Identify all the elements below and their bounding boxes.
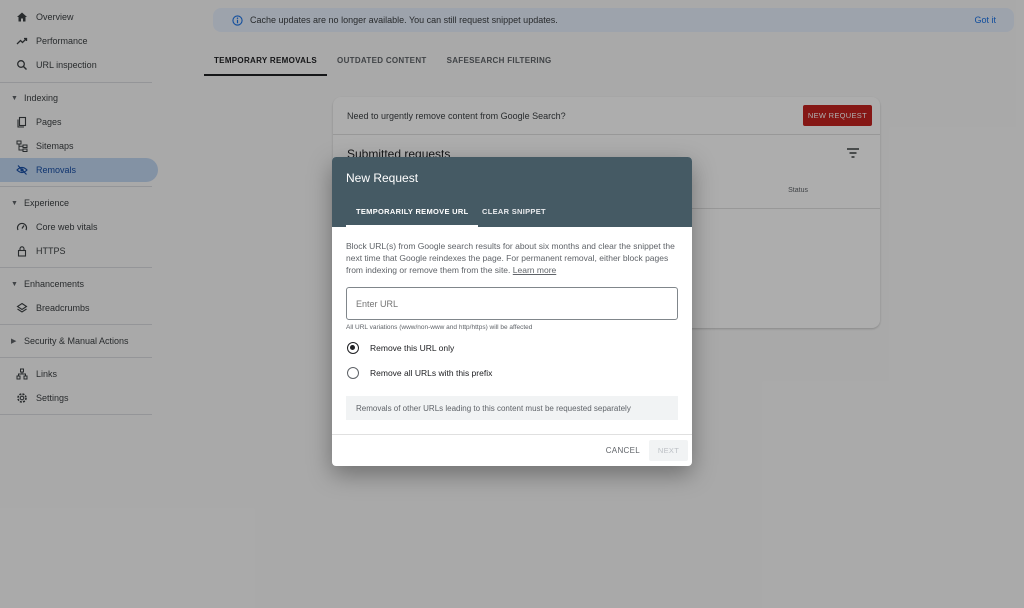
- description-text: Block URL(s) from Google search results …: [346, 241, 675, 275]
- url-input[interactable]: [346, 287, 678, 320]
- cancel-button[interactable]: CANCEL: [606, 446, 640, 455]
- dialog-title: New Request: [346, 171, 419, 185]
- learn-more-link[interactable]: Learn more: [513, 265, 556, 275]
- url-hint: All URL variations (www/non-www and http…: [346, 324, 533, 331]
- radio-label: Remove this URL only: [370, 343, 455, 353]
- radio-remove-url-only[interactable]: Remove this URL only: [347, 341, 454, 355]
- radio-button[interactable]: [347, 367, 359, 379]
- dialog-header: New Request TEMPORARILY REMOVE URL CLEAR…: [332, 157, 692, 227]
- next-button[interactable]: NEXT: [649, 440, 688, 461]
- radio-label: Remove all URLs with this prefix: [370, 368, 493, 378]
- radio-remove-prefix[interactable]: Remove all URLs with this prefix: [347, 366, 492, 380]
- dialog-footer-divider: [332, 434, 692, 435]
- info-note: Removals of other URLs leading to this c…: [346, 396, 678, 420]
- dialog-description: Block URL(s) from Google search results …: [346, 240, 676, 276]
- radio-button-selected[interactable]: [347, 342, 359, 354]
- tab-clear-snippet[interactable]: CLEAR SNIPPET: [482, 207, 546, 227]
- tab-temporarily-remove-url[interactable]: TEMPORARILY REMOVE URL: [345, 207, 479, 227]
- new-request-dialog: New Request TEMPORARILY REMOVE URL CLEAR…: [332, 157, 692, 466]
